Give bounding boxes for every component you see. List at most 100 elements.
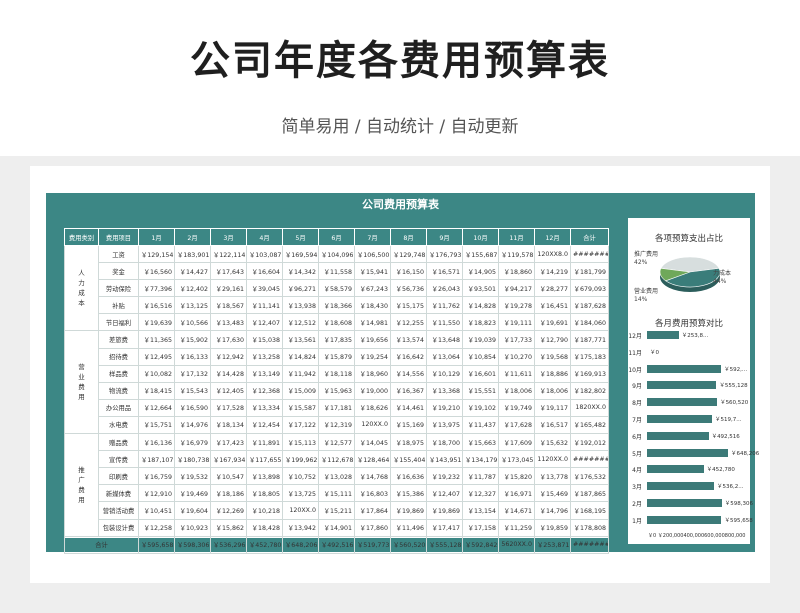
value-cell[interactable]: ￥11,141 — [246, 296, 283, 315]
value-cell[interactable]: ￥143,951 — [426, 450, 463, 469]
value-cell[interactable]: ￥19,254 — [354, 347, 391, 366]
value-cell[interactable]: ￥12,512 — [282, 313, 319, 332]
value-cell[interactable]: ￥192,012 — [570, 433, 609, 452]
value-cell[interactable]: ￥19,869 — [426, 501, 463, 520]
value-cell[interactable]: ￥16,590 — [174, 398, 211, 417]
value-cell[interactable]: ￥14,905 — [462, 262, 499, 281]
value-cell[interactable]: ￥15,820 — [498, 467, 535, 486]
value-cell[interactable]: ￥12,664 — [138, 398, 175, 417]
value-cell[interactable]: ￥18,805 — [246, 484, 283, 503]
value-cell[interactable]: ￥13,938 — [282, 296, 319, 315]
value-cell[interactable]: ￥39,045 — [246, 279, 283, 298]
value-cell[interactable]: ￥18,186 — [210, 484, 247, 503]
total-value-cell[interactable]: ￥253,871 — [534, 535, 571, 554]
value-cell[interactable]: ￥182,802 — [570, 381, 609, 400]
value-cell[interactable]: ￥175,183 — [570, 347, 609, 366]
value-cell[interactable]: ￥18,006 — [498, 381, 535, 400]
value-cell[interactable]: ￥183,901 — [174, 244, 211, 264]
value-cell[interactable]: 120XX.0 — [282, 501, 319, 520]
value-cell[interactable]: ￥19,869 — [390, 501, 427, 520]
value-cell[interactable]: ￥14,976 — [174, 415, 211, 435]
value-cell[interactable]: ￥15,751 — [138, 415, 175, 435]
value-cell[interactable]: ￥19,232 — [426, 467, 463, 486]
item-cell[interactable]: 节日福利 — [98, 313, 139, 332]
value-cell[interactable]: ￥13,064 — [426, 347, 463, 366]
bar[interactable] — [647, 448, 729, 457]
value-cell[interactable]: ￥679,093 — [570, 279, 609, 298]
bar[interactable] — [647, 431, 709, 440]
value-cell[interactable]: ￥11,259 — [498, 518, 535, 537]
value-cell[interactable]: ￥58,579 — [318, 279, 355, 298]
value-cell[interactable]: ￥106,500 — [354, 244, 391, 264]
value-cell[interactable]: ￥11,558 — [318, 262, 355, 281]
value-cell[interactable]: ￥15,175 — [390, 296, 427, 315]
value-cell[interactable]: ￥17,835 — [318, 330, 355, 349]
item-cell[interactable]: 差旅费 — [98, 330, 139, 349]
value-cell[interactable]: ￥18,608 — [318, 313, 355, 332]
item-cell[interactable]: 劳动保险 — [98, 279, 139, 298]
value-cell[interactable]: ￥17,733 — [498, 330, 535, 349]
value-cell[interactable]: ￥56,736 — [390, 279, 427, 298]
value-cell[interactable]: ￥16,642 — [390, 347, 427, 366]
value-cell[interactable]: ￥13,561 — [282, 330, 319, 349]
value-cell[interactable]: ￥18,823 — [462, 313, 499, 332]
value-cell[interactable]: ￥12,495 — [138, 347, 175, 366]
value-cell[interactable]: ￥19,210 — [426, 398, 463, 417]
value-cell[interactable]: ￥13,154 — [462, 501, 499, 520]
value-cell[interactable]: 120XX.0 — [354, 415, 391, 435]
item-cell[interactable]: 工资 — [98, 244, 139, 264]
value-cell[interactable]: ￥16,636 — [390, 467, 427, 486]
total-value-cell[interactable]: ￥492,516 — [318, 535, 355, 554]
value-cell[interactable]: ￥19,111 — [498, 313, 535, 332]
value-cell[interactable]: ￥19,039 — [462, 330, 499, 349]
value-cell[interactable]: ￥16,133 — [174, 347, 211, 366]
value-cell[interactable]: ￥16,571 — [426, 262, 463, 281]
value-cell[interactable]: ￥19,656 — [354, 330, 391, 349]
value-cell[interactable]: ￥16,451 — [534, 296, 571, 315]
value-cell[interactable]: ￥173,045 — [498, 450, 535, 469]
value-cell[interactable]: 1120XX.0 — [534, 450, 571, 469]
bar[interactable] — [647, 499, 722, 507]
value-cell[interactable]: ￥15,038 — [246, 330, 283, 349]
value-cell[interactable]: ￥28,277 — [534, 279, 571, 298]
total-value-cell[interactable]: ￥648,206 — [282, 535, 319, 554]
value-cell[interactable]: ￥14,768 — [354, 467, 391, 486]
value-cell[interactable]: ￥18,975 — [390, 433, 427, 452]
item-cell[interactable]: 招待费 — [98, 347, 139, 366]
value-cell[interactable]: ￥14,671 — [498, 501, 535, 520]
value-cell[interactable]: ￥16,979 — [174, 433, 211, 452]
value-cell[interactable]: ￥14,828 — [462, 296, 499, 315]
value-cell[interactable]: ￥13,778 — [534, 467, 571, 486]
value-cell[interactable]: ￥17,609 — [498, 433, 535, 452]
value-cell[interactable]: ￥12,368 — [246, 381, 283, 400]
value-cell[interactable]: ￥13,258 — [246, 347, 283, 366]
value-cell[interactable]: ￥16,367 — [390, 381, 427, 400]
value-cell[interactable]: ￥18,006 — [534, 381, 571, 400]
value-cell[interactable]: ￥15,879 — [318, 347, 355, 366]
value-cell[interactable]: ￥15,963 — [318, 381, 355, 400]
value-cell[interactable]: ￥165,482 — [570, 415, 609, 435]
total-value-cell[interactable]: ￥560,520 — [390, 535, 427, 554]
value-cell[interactable]: ￥14,556 — [390, 364, 427, 383]
value-cell[interactable]: ￥12,327 — [462, 484, 499, 503]
value-cell[interactable]: ￥15,902 — [174, 330, 211, 349]
total-value-cell[interactable]: ￥598,306 — [174, 535, 211, 554]
value-cell[interactable]: ￥12,319 — [318, 415, 355, 435]
value-cell[interactable]: ￥15,009 — [282, 381, 319, 400]
value-cell[interactable]: ￥14,796 — [534, 501, 571, 520]
value-cell[interactable]: ￥17,628 — [498, 415, 535, 435]
value-cell[interactable]: ￥16,759 — [138, 467, 175, 486]
value-cell[interactable]: ￥13,334 — [246, 398, 283, 417]
value-cell[interactable]: ￥17,181 — [318, 398, 355, 417]
value-cell[interactable]: ￥14,045 — [354, 433, 391, 452]
value-cell[interactable]: ￥184,060 — [570, 313, 609, 332]
value-cell[interactable]: ￥11,365 — [138, 330, 175, 349]
value-cell[interactable]: ￥19,604 — [174, 501, 211, 520]
value-cell[interactable]: ￥12,910 — [138, 484, 175, 503]
value-cell[interactable]: ￥13,975 — [426, 415, 463, 435]
item-cell[interactable]: 印刷费 — [98, 467, 139, 486]
value-cell[interactable]: ￥18,700 — [426, 433, 463, 452]
value-cell[interactable]: ￥187,628 — [570, 296, 609, 315]
value-cell[interactable]: ￥155,404 — [390, 450, 427, 469]
item-cell[interactable]: 办公用品 — [98, 398, 139, 417]
